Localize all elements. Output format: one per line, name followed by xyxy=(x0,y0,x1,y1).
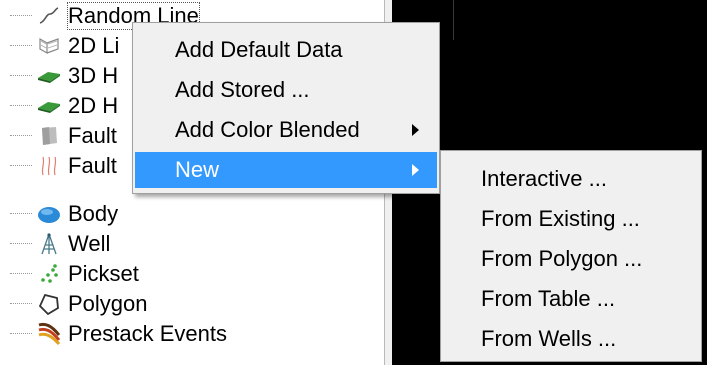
tree-item-label: Well xyxy=(68,231,111,256)
menu-item-add-default-data[interactable]: Add Default Data xyxy=(135,32,437,68)
tree-connector xyxy=(10,243,32,245)
tree-connector xyxy=(10,165,32,167)
polygon-icon xyxy=(36,292,62,316)
tree-connector xyxy=(10,303,32,305)
tree-item-label: 3D H xyxy=(68,63,119,88)
tree-connector xyxy=(10,45,32,47)
tree-item-label: 2D Li xyxy=(68,33,120,58)
tree-connector xyxy=(10,105,32,107)
tree-item-polygon[interactable]: Polygon xyxy=(0,289,380,319)
2d-horizon-icon xyxy=(36,94,62,118)
fault-icon xyxy=(36,124,62,148)
submenu-item-from-table[interactable]: From Table ... xyxy=(443,279,699,319)
menu-item-new[interactable]: New xyxy=(135,152,437,188)
pickset-icon xyxy=(36,262,62,286)
tree-connector xyxy=(10,135,32,137)
menu-item-label: Add Stored ... xyxy=(175,77,310,102)
menu-item-label: Add Default Data xyxy=(175,37,343,62)
tree-connector xyxy=(10,213,32,215)
tree-item-label: Body xyxy=(68,201,119,226)
menu-item-label: New xyxy=(175,157,220,182)
tree-item-label: Fault xyxy=(68,123,117,148)
3d-horizon-icon xyxy=(36,64,62,88)
submenu-item-from-wells[interactable]: From Wells ... xyxy=(443,319,699,359)
tree-item-label: Fault xyxy=(68,153,117,178)
submenu-item-label: From Table ... xyxy=(481,286,616,311)
submenu-item-label: From Existing ... xyxy=(481,206,640,231)
body-icon xyxy=(36,202,62,226)
tree-connector xyxy=(10,333,32,335)
tree-item-prestack-events[interactable]: Prestack Events xyxy=(0,319,380,349)
new-submenu: Interactive ... From Existing ... From P… xyxy=(440,150,702,362)
tree-connector xyxy=(10,15,32,17)
submenu-item-label: From Polygon ... xyxy=(481,246,643,271)
well-icon xyxy=(36,232,62,256)
submenu-item-label: From Wells ... xyxy=(481,326,617,351)
viewer-divider xyxy=(453,0,454,40)
tree-item-label: Prestack Events xyxy=(68,321,227,346)
submenu-arrow-icon xyxy=(412,164,419,176)
submenu-arrow-icon xyxy=(412,124,419,136)
tree-item-label: Pickset xyxy=(68,261,139,286)
menu-item-add-color-blended[interactable]: Add Color Blended xyxy=(135,112,437,148)
submenu-item-label: Interactive ... xyxy=(481,166,607,191)
tree-item-label: Polygon xyxy=(68,291,148,316)
prestack-events-icon xyxy=(36,322,62,346)
tree-item-label: 2D H xyxy=(68,93,119,118)
tree-item-well[interactable]: Well xyxy=(0,229,380,259)
tree-item-pickset[interactable]: Pickset xyxy=(0,259,380,289)
menu-item-add-stored[interactable]: Add Stored ... xyxy=(135,72,437,108)
submenu-item-interactive[interactable]: Interactive ... xyxy=(443,159,699,199)
faultstickset-icon xyxy=(36,154,62,178)
submenu-item-from-existing[interactable]: From Existing ... xyxy=(443,199,699,239)
menu-item-label: Add Color Blended xyxy=(175,117,360,142)
tree-item-body[interactable]: Body xyxy=(0,199,380,229)
tree-connector xyxy=(10,75,32,77)
random-line-icon xyxy=(36,4,62,28)
context-menu: Add Default Data Add Stored ... Add Colo… xyxy=(132,22,440,194)
tree-connector xyxy=(10,273,32,275)
submenu-item-from-polygon[interactable]: From Polygon ... xyxy=(443,239,699,279)
2d-line-icon xyxy=(36,34,62,58)
